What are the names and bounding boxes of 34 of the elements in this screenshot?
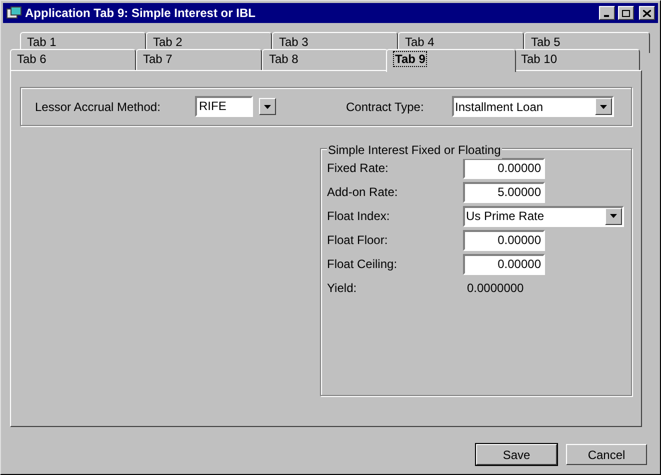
dialog-button[interactable]: Save <box>476 444 557 465</box>
dropdown-field[interactable]: Us Prime Rate <box>463 206 624 226</box>
dropdown-field[interactable]: RIFE <box>195 96 253 117</box>
tab[interactable]: Tab 6 <box>10 49 136 70</box>
tab[interactable]: Tab 10 <box>514 49 640 70</box>
number-field[interactable]: 0.00000 <box>463 158 545 178</box>
maximize-icon[interactable] <box>618 6 634 20</box>
caret-icon <box>600 104 607 108</box>
caret-icon <box>264 104 271 108</box>
caret-icon <box>610 214 617 218</box>
window-title: Application Tab 9: Simple Interest or IBL <box>25 5 256 22</box>
field-label: Lessor Accrual Method: <box>35 98 162 116</box>
minimize-icon[interactable] <box>599 6 615 20</box>
dialog-button[interactable]: Cancel <box>566 444 647 465</box>
close-icon[interactable] <box>639 6 655 20</box>
dropdown-field[interactable]: Installment Loan <box>452 96 614 117</box>
app-icon <box>6 6 22 20</box>
tab[interactable]: Tab 7 <box>136 49 262 70</box>
field-label: Float Ceiling: <box>327 256 398 273</box>
dropdown-button[interactable] <box>605 208 622 224</box>
dropdown-button[interactable] <box>259 98 276 115</box>
field-label: Contract Type: <box>346 98 425 116</box>
number-field[interactable]: 0.00000 <box>463 230 545 250</box>
field-label: Yield: <box>327 280 358 297</box>
field-label: Add-on Rate: <box>327 184 399 201</box>
tab[interactable]: Tab 9 <box>386 49 516 72</box>
field-label: Fixed Rate: <box>327 160 390 177</box>
yield-value: 0.0000000 <box>466 280 524 297</box>
number-field[interactable]: 0.00000 <box>463 254 545 274</box>
dropdown-button[interactable] <box>595 98 612 115</box>
number-field[interactable]: 5.00000 <box>463 182 545 202</box>
field-label: Float Index: <box>327 208 391 225</box>
field-label: Float Floor: <box>327 232 389 249</box>
tab[interactable]: Tab 8 <box>262 49 388 70</box>
